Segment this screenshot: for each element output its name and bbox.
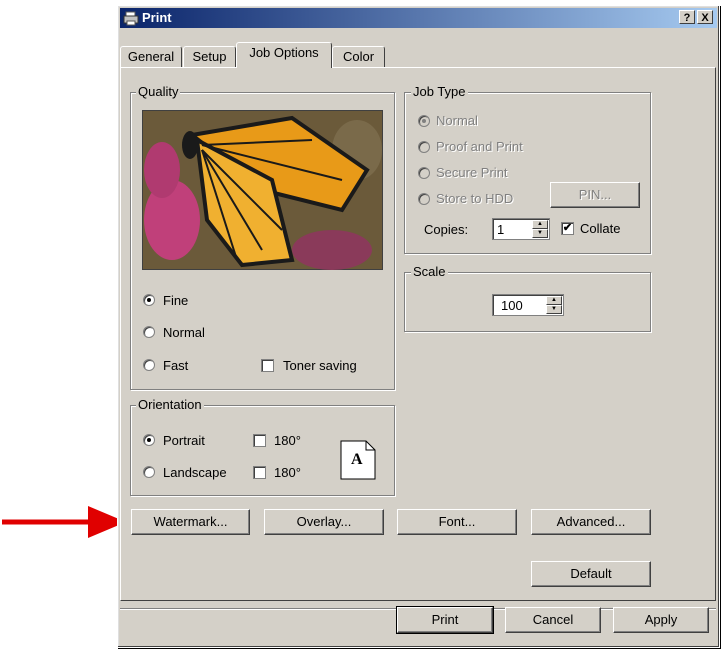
scale-down-icon[interactable]: ▼ (546, 305, 562, 314)
orientation-group-label: Orientation (136, 397, 204, 412)
watermark-button[interactable]: Watermark... (131, 509, 250, 535)
window-title: Print (142, 10, 172, 25)
tab-color[interactable]: Color (332, 46, 385, 68)
close-button[interactable]: X (697, 10, 713, 24)
toner-saving-checkbox[interactable] (261, 359, 274, 372)
copies-stepper[interactable]: 1 ▲ ▼ (492, 218, 550, 240)
scale-up-icon[interactable]: ▲ (546, 296, 562, 305)
portrait-rotate-label: 180° (274, 433, 301, 448)
quality-fast-label: Fast (163, 358, 189, 373)
job-secure-radio[interactable] (418, 167, 430, 179)
scale-group-label: Scale (411, 264, 448, 279)
overlay-button[interactable]: Overlay... (264, 509, 384, 535)
tab-job-options[interactable]: Job Options (236, 42, 332, 68)
font-button[interactable]: Font... (397, 509, 517, 535)
copies-value: 1 (497, 222, 505, 237)
tab-setup[interactable]: Setup (183, 46, 236, 68)
apply-button[interactable]: Apply (613, 607, 709, 633)
scale-value: 100 (501, 298, 523, 313)
portrait-radio[interactable] (143, 434, 155, 446)
print-button[interactable]: Print (396, 606, 494, 634)
job-store-hdd-label: Store to HDD (436, 191, 514, 206)
scale-stepper[interactable]: 100 ▲ ▼ (492, 294, 564, 316)
default-button[interactable]: Default (531, 561, 651, 587)
quality-fast-radio[interactable] (143, 359, 155, 371)
help-button[interactable]: ? (679, 10, 695, 24)
annotation-arrow-icon (2, 506, 126, 538)
pin-button[interactable]: PIN... (550, 182, 640, 208)
job-store-hdd-radio[interactable] (418, 193, 430, 205)
quality-fine-label: Fine (163, 293, 189, 308)
printer-icon (123, 11, 139, 26)
landscape-rotate-checkbox[interactable] (253, 466, 266, 479)
copies-up-icon[interactable]: ▲ (532, 220, 548, 229)
advanced-button[interactable]: Advanced... (531, 509, 651, 535)
job-normal-radio[interactable] (418, 115, 430, 127)
quality-fine-radio[interactable] (143, 294, 155, 306)
cancel-button[interactable]: Cancel (505, 607, 601, 633)
job-proof-label: Proof and Print (436, 139, 523, 154)
job-secure-label: Secure Print (436, 165, 508, 180)
copies-label: Copies: (424, 222, 469, 237)
tab-general[interactable]: General (120, 46, 182, 68)
job-type-group-label: Job Type (411, 84, 468, 99)
toner-saving-label: Toner saving (283, 358, 357, 373)
page-preview-letter: A (351, 451, 363, 468)
quality-normal-radio[interactable] (143, 326, 155, 338)
quality-normal-label: Normal (163, 325, 205, 340)
landscape-label: Landscape (163, 465, 227, 480)
portrait-label: Portrait (163, 433, 205, 448)
job-proof-radio[interactable] (418, 141, 430, 153)
quality-group-label: Quality (136, 84, 181, 99)
copies-down-icon[interactable]: ▼ (532, 229, 548, 238)
title-bar[interactable]: Print ? X (120, 8, 717, 28)
butterfly-image (142, 110, 383, 270)
job-normal-label: Normal (436, 113, 478, 128)
landscape-radio[interactable] (143, 466, 155, 478)
portrait-rotate-checkbox[interactable] (253, 434, 266, 447)
collate-label: Collate (580, 221, 621, 236)
collate-checkbox[interactable]: ✔ (561, 222, 574, 235)
landscape-rotate-label: 180° (274, 465, 301, 480)
